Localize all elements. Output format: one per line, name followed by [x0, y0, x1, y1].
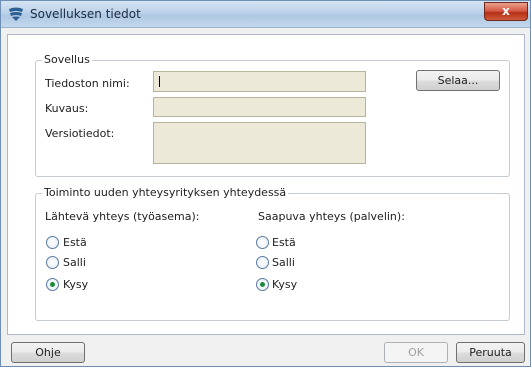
outbound-allow-label[interactable]: Salli: [63, 256, 86, 269]
outbound-block-radio[interactable]: [46, 236, 59, 249]
help-button[interactable]: Ohje: [11, 342, 85, 363]
inbound-allow-radio[interactable]: [256, 256, 269, 269]
filename-input[interactable]: [153, 71, 366, 92]
application-group-legend: Sovellus: [42, 53, 92, 66]
text-caret: [159, 76, 160, 87]
inbound-block-radio[interactable]: [256, 236, 269, 249]
connection-action-legend: Toiminto uuden yhteysyrityksen yhteydess…: [42, 186, 289, 199]
inbound-block-label[interactable]: Estä: [272, 236, 296, 249]
window-title: Sovelluksen tiedot: [30, 7, 141, 21]
shield-icon: [9, 7, 23, 21]
description-input[interactable]: [153, 97, 366, 117]
inbound-ask-radio[interactable]: [256, 278, 269, 291]
version-input[interactable]: [153, 122, 366, 164]
version-label: Versiotiedot:: [45, 127, 115, 140]
outbound-allow-radio[interactable]: [46, 256, 59, 269]
inbound-allow-label[interactable]: Salli: [272, 256, 295, 269]
inbound-ask-label[interactable]: Kysy: [272, 278, 297, 291]
close-icon: x: [502, 4, 510, 18]
cancel-button[interactable]: Peruuta: [456, 342, 525, 363]
outbound-ask-radio[interactable]: [46, 278, 59, 291]
filename-label: Tiedoston nimi:: [45, 77, 130, 90]
title-bar[interactable]: Sovelluksen tiedot x: [1, 1, 530, 28]
dialog-content: Sovellus Tiedoston nimi: Selaa... Kuvaus…: [7, 34, 525, 335]
description-label: Kuvaus:: [45, 102, 89, 115]
outbound-block-label[interactable]: Estä: [63, 236, 87, 249]
close-button[interactable]: x: [484, 2, 528, 21]
ok-button[interactable]: OK: [384, 342, 448, 363]
outbound-heading: Lähtevä yhteys (työasema):: [45, 210, 200, 223]
browse-button[interactable]: Selaa...: [416, 70, 500, 91]
outbound-ask-label[interactable]: Kysy: [63, 278, 88, 291]
inbound-heading: Saapuva yhteys (palvelin):: [258, 210, 405, 223]
dialog-window: Sovelluksen tiedot x Sovellus Tiedoston …: [0, 0, 531, 367]
